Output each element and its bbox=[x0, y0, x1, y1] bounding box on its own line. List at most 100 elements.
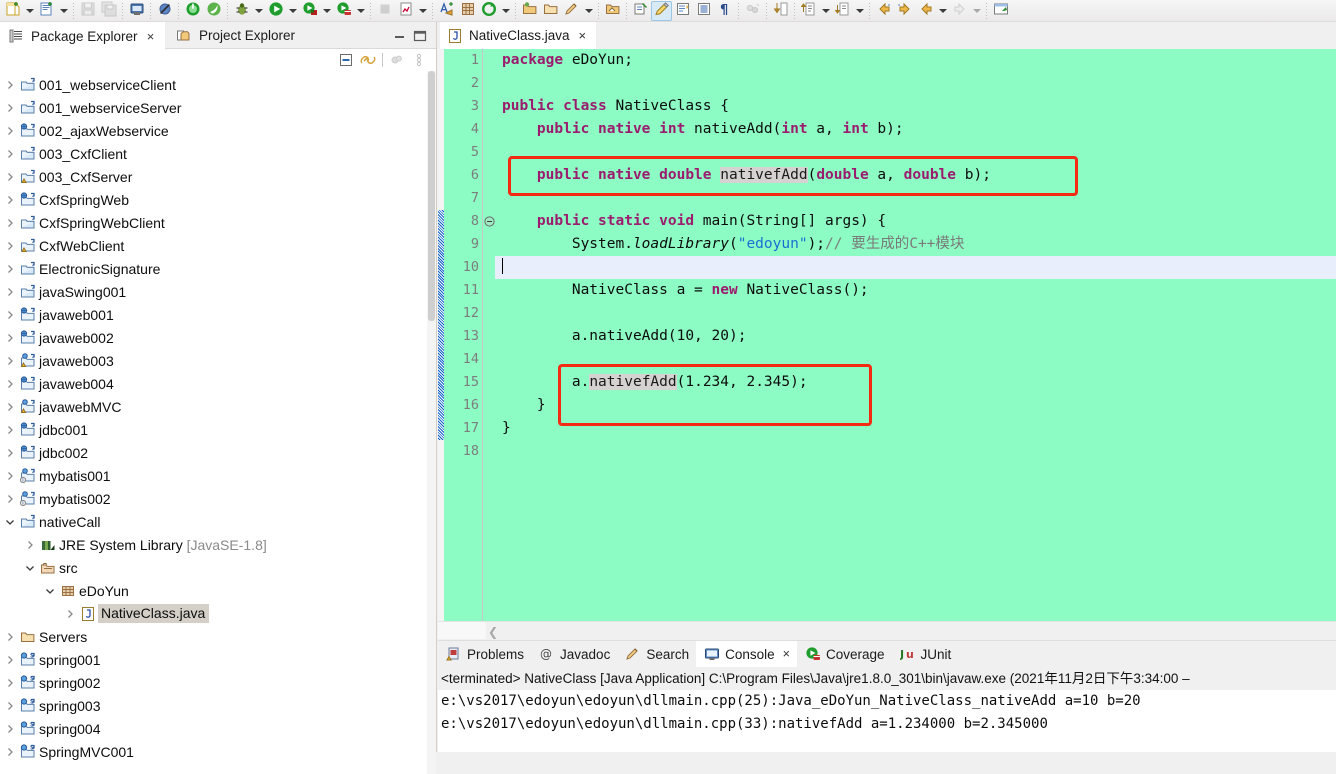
search-button[interactable] bbox=[561, 1, 582, 21]
next-annotation-dropdown-arrow[interactable] bbox=[819, 1, 832, 21]
tree-item[interactable]: Servers bbox=[0, 625, 428, 648]
show-whitespace-ruler-button[interactable] bbox=[672, 1, 693, 21]
code-line[interactable] bbox=[495, 302, 1336, 325]
view-tab-package-explorer[interactable]: Package Explorer × bbox=[0, 22, 165, 49]
chevron-right-icon[interactable] bbox=[2, 280, 18, 303]
code-line[interactable]: a.nativefAdd(1.234, 2.345); bbox=[495, 371, 1336, 394]
console-tab-javadoc[interactable]: @ Javadoc bbox=[531, 641, 617, 668]
chevron-down-icon[interactable] bbox=[42, 579, 58, 602]
tree-item[interactable]: 001_webserviceClient bbox=[0, 73, 428, 96]
open-type-button[interactable] bbox=[519, 1, 540, 21]
code-line[interactable]: } bbox=[495, 417, 1336, 440]
tree-item[interactable]: src bbox=[0, 556, 428, 579]
spring-boot-button[interactable] bbox=[203, 1, 224, 21]
tree-item[interactable]: 002_ajaxWebservice bbox=[0, 119, 428, 142]
code-line[interactable]: public static void main(String[] args) { bbox=[495, 210, 1336, 233]
close-icon[interactable]: × bbox=[783, 647, 790, 661]
tree-item[interactable]: Sspring004 bbox=[0, 717, 428, 740]
chevron-right-icon[interactable] bbox=[22, 533, 38, 556]
editor-tab-nativeclass[interactable]: NativeClass.java × bbox=[440, 22, 597, 49]
collapse-import-button[interactable] bbox=[770, 1, 791, 21]
code-line[interactable]: } bbox=[495, 394, 1336, 417]
chevron-right-icon[interactable] bbox=[62, 602, 78, 625]
tree-item[interactable]: javaweb002 bbox=[0, 326, 428, 349]
tree-item[interactable]: javaweb003 bbox=[0, 349, 428, 372]
chevron-right-icon[interactable] bbox=[2, 257, 18, 280]
chevron-right-icon[interactable] bbox=[2, 303, 18, 326]
tree-item[interactable]: 003_CxfServer bbox=[0, 165, 428, 188]
folding-ruler[interactable] bbox=[482, 49, 495, 621]
run-dropdown-arrow[interactable] bbox=[286, 1, 299, 21]
code-line[interactable] bbox=[495, 256, 1336, 279]
coverage-dropdown-arrow[interactable] bbox=[354, 1, 367, 21]
close-icon[interactable]: × bbox=[145, 30, 157, 43]
tree-vertical-scrollbar[interactable] bbox=[427, 71, 436, 774]
focus-on-active-task-button[interactable] bbox=[386, 51, 408, 69]
console-tab-console[interactable]: Console × bbox=[696, 640, 797, 668]
view-menu-button[interactable] bbox=[408, 51, 430, 69]
code-line[interactable]: System.loadLibrary("edoyun");// 要生成的C++模… bbox=[495, 233, 1336, 256]
scrollbar-thumb[interactable] bbox=[428, 71, 435, 321]
new-java-class-dropdown-arrow[interactable] bbox=[57, 1, 70, 21]
chevron-right-icon[interactable] bbox=[2, 96, 18, 119]
code-line[interactable] bbox=[495, 141, 1336, 164]
debug-dropdown-arrow[interactable] bbox=[252, 1, 265, 21]
new-wizard-button[interactable] bbox=[2, 1, 23, 21]
coverage-button[interactable] bbox=[333, 1, 354, 21]
console-output[interactable]: e:\vs2017\edoyun\edoyun\dllmain.cpp(25):… bbox=[438, 690, 1336, 752]
open-resource-button[interactable] bbox=[602, 1, 623, 21]
code-line[interactable]: public native int nativeAdd(int a, int b… bbox=[495, 118, 1336, 141]
previous-annotation-button[interactable] bbox=[832, 1, 853, 21]
chevron-right-icon[interactable] bbox=[2, 142, 18, 165]
close-icon[interactable]: × bbox=[579, 28, 587, 43]
show-whitespace-button[interactable]: ¶ bbox=[714, 1, 735, 21]
chevron-right-icon[interactable] bbox=[2, 625, 18, 648]
console-tab-search[interactable]: Search bbox=[617, 641, 696, 668]
run-external-tools-dropdown-arrow[interactable] bbox=[320, 1, 333, 21]
save-all-button[interactable] bbox=[98, 1, 119, 21]
chevron-right-icon[interactable] bbox=[2, 648, 18, 671]
console-tab-junit[interactable]: Ju JUnit bbox=[892, 641, 959, 668]
tree-item[interactable]: javaweb001 bbox=[0, 303, 428, 326]
debug-button[interactable] bbox=[231, 1, 252, 21]
chevron-right-icon[interactable] bbox=[2, 188, 18, 211]
chevron-right-icon[interactable] bbox=[2, 464, 18, 487]
new-wizard-dropdown-arrow[interactable] bbox=[23, 1, 36, 21]
new-annotation-button[interactable] bbox=[436, 1, 457, 21]
new-package-button[interactable] bbox=[457, 1, 478, 21]
chevron-right-icon[interactable] bbox=[2, 326, 18, 349]
minimize-view-button[interactable] bbox=[392, 28, 408, 44]
tree-item[interactable]: nativeCall bbox=[0, 510, 428, 533]
tree-item[interactable]: i mybatis001 bbox=[0, 464, 428, 487]
profile-dropdown-arrow[interactable] bbox=[416, 1, 429, 21]
tree-item[interactable]: 001_webserviceServer bbox=[0, 96, 428, 119]
forward-button[interactable] bbox=[949, 1, 970, 21]
save-button[interactable] bbox=[77, 1, 98, 21]
show-source-list-button[interactable] bbox=[693, 1, 714, 21]
tree-item[interactable]: eDoYun bbox=[0, 579, 428, 602]
code-line[interactable] bbox=[495, 348, 1336, 371]
forward-history-button[interactable] bbox=[894, 1, 915, 21]
toggle-breakpoint-button[interactable] bbox=[154, 1, 175, 21]
toggle-mark-occurrences-button[interactable] bbox=[630, 1, 651, 21]
editor-horizontal-scrollbar[interactable]: ❮ bbox=[438, 621, 1336, 639]
tree-item[interactable]: 003_CxfClient bbox=[0, 142, 428, 165]
chevron-right-icon[interactable] bbox=[2, 234, 18, 257]
refresh-green-button[interactable] bbox=[478, 1, 499, 21]
chevron-right-icon[interactable] bbox=[2, 395, 18, 418]
code-line[interactable] bbox=[495, 72, 1336, 95]
tree-item[interactable]: CxfWebClient bbox=[0, 234, 428, 257]
chevron-right-icon[interactable] bbox=[2, 165, 18, 188]
tree-item[interactable]: CxfSpringWebClient bbox=[0, 211, 428, 234]
chevron-right-icon[interactable] bbox=[2, 418, 18, 441]
new-java-class-button[interactable] bbox=[36, 1, 57, 21]
back-button[interactable] bbox=[915, 1, 936, 21]
console-tab-coverage[interactable]: Coverage bbox=[797, 641, 892, 668]
view-tab-project-explorer[interactable]: Project Explorer bbox=[168, 22, 303, 49]
print-button[interactable] bbox=[126, 1, 147, 21]
chevron-down-icon[interactable] bbox=[22, 556, 38, 579]
tree-item[interactable]: Sspring003 bbox=[0, 694, 428, 717]
fold-marker[interactable] bbox=[483, 210, 495, 233]
previous-annotation-dropdown-arrow[interactable] bbox=[853, 1, 866, 21]
code-line[interactable]: NativeClass a = new NativeClass(); bbox=[495, 279, 1336, 302]
